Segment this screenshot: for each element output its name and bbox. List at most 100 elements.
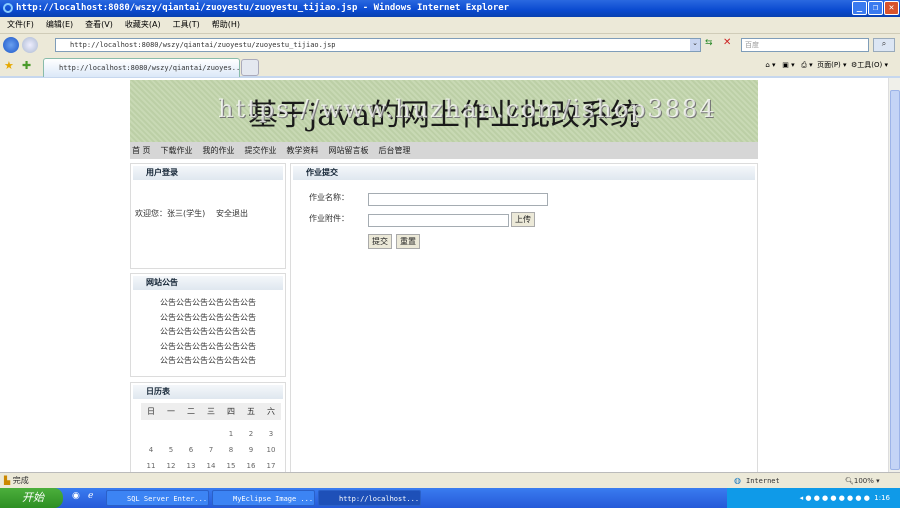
- calendar-panel: 日历表 日一二三四五六 123 4 5 6 7 8 9 10 11 12 13 14 15 16 17: [130, 382, 286, 472]
- status-text: 完成: [12, 476, 29, 485]
- notice-item[interactable]: 公告公告公告公告公告公告: [131, 354, 285, 369]
- page-icon: ▙: [4, 476, 11, 485]
- globe-icon: ◍: [734, 476, 741, 485]
- notice-item[interactable]: 公告公告公告公告公告公告: [131, 340, 285, 355]
- menu-help[interactable]: 帮助(H): [212, 20, 240, 29]
- task-myeclipse[interactable]: MyEclipse Image ...: [212, 490, 315, 506]
- add-favorites-icon[interactable]: ✚: [22, 59, 31, 72]
- attachment-input[interactable]: [368, 214, 509, 227]
- zoom-level: 100%: [853, 477, 874, 485]
- home-icon[interactable]: ⌂ ▾: [765, 61, 775, 69]
- nav-guestbook[interactable]: 网站留言板: [329, 146, 369, 155]
- day: 2: [248, 430, 254, 438]
- menu-view[interactable]: 查看(V): [85, 20, 113, 29]
- address-toolbar: http://localhost:8080/wszy/qiantai/zuoye…: [0, 33, 900, 55]
- forward-button[interactable]: [22, 37, 38, 53]
- file-label: 作业附件：: [309, 214, 349, 223]
- day: [201, 426, 221, 442]
- address-input[interactable]: http://localhost:8080/wszy/qiantai/zuoye…: [55, 38, 701, 52]
- page-menu[interactable]: 页面(P): [817, 61, 841, 69]
- day: 4: [148, 446, 154, 454]
- quicklaunch-desktop-icon[interactable]: ◉: [72, 491, 80, 501]
- notice-item[interactable]: 公告公告公告公告公告公告: [131, 311, 285, 326]
- submit-button[interactable]: 提交: [368, 234, 392, 249]
- search-icon[interactable]: ⌕: [873, 38, 895, 52]
- task-label: http://localhost...: [339, 495, 420, 503]
- task-label: SQL Server Enter...: [127, 495, 208, 503]
- weekday: 一: [161, 403, 181, 420]
- window-title: http://localhost:8080/wszy/qiantai/zuoye…: [16, 3, 510, 13]
- start-label: 开始: [22, 491, 44, 504]
- nav-admin[interactable]: 后台管理: [379, 146, 411, 155]
- zone-text: Internet: [746, 477, 780, 485]
- start-button[interactable]: 开始: [0, 488, 63, 508]
- login-panel: 用户登录 欢迎您：张三(学生) 安全退出: [130, 163, 286, 269]
- restore-button[interactable]: ❐: [868, 1, 883, 15]
- menu-bar: 文件(F) 编辑(E) 查看(V) 收藏夹(A) 工具(T) 帮助(H): [0, 17, 900, 33]
- notice-item[interactable]: 公告公告公告公告公告公告: [131, 296, 285, 311]
- tab-label: http://localhost:8080/wszy/qiantai/zuoye…: [59, 64, 245, 72]
- refresh-icon[interactable]: ⇆: [705, 38, 713, 48]
- day: 17: [266, 462, 276, 470]
- feeds-icon[interactable]: ▣ ▾: [782, 61, 794, 69]
- stop-icon[interactable]: ✕: [723, 37, 731, 48]
- menu-favorites[interactable]: 收藏夹(A): [125, 20, 161, 29]
- quicklaunch-ie-icon[interactable]: ℯ: [88, 491, 93, 501]
- nav-materials[interactable]: 教学资料: [287, 146, 319, 155]
- clock: 1:16: [874, 494, 890, 502]
- homework-name-input[interactable]: [368, 193, 548, 206]
- weekday: 五: [241, 403, 261, 420]
- notice-item[interactable]: 公告公告公告公告公告公告: [131, 325, 285, 340]
- upload-button[interactable]: 上传: [511, 212, 535, 227]
- back-button[interactable]: [3, 37, 19, 53]
- day: 1: [228, 430, 234, 438]
- nav-home[interactable]: 首 页: [132, 146, 151, 155]
- day: 3: [268, 430, 274, 438]
- print-icon[interactable]: ⎙ ▾: [801, 61, 812, 69]
- day: 7: [208, 446, 214, 454]
- notice-panel: 网站公告 公告公告公告公告公告公告 公告公告公告公告公告公告 公告公告公告公告公…: [130, 273, 286, 377]
- system-tray: ◂ ● ● ● ● ● ● ● ● 1:16: [727, 488, 900, 508]
- nav-download[interactable]: 下载作业: [161, 146, 193, 155]
- site-nav: 首 页 下载作业 我的作业 提交作业 教学资料 网站留言板 后台管理: [130, 142, 758, 159]
- watermark: https://www.huzhan.com/ishop3884: [218, 95, 717, 123]
- panel-heading: 作业提交: [293, 166, 755, 180]
- menu-edit[interactable]: 编辑(E): [46, 20, 73, 29]
- reset-button[interactable]: 重置: [396, 234, 420, 249]
- day: 5: [168, 446, 174, 454]
- day: 16: [246, 462, 256, 470]
- task-sql-server[interactable]: SQL Server Enter...: [106, 490, 209, 506]
- day: [161, 426, 181, 442]
- page-content: 基于java的网上作业批改系统 https://www.huzhan.com/i…: [0, 78, 888, 472]
- day: 6: [188, 446, 194, 454]
- scrollbar-thumb[interactable]: [890, 90, 900, 470]
- logout-link[interactable]: 安全退出: [216, 208, 248, 219]
- weekday: 三: [201, 403, 221, 420]
- close-button[interactable]: ✕: [884, 1, 899, 15]
- panel-heading: 日历表: [133, 385, 283, 399]
- day: 8: [228, 446, 234, 454]
- favorites-star-icon[interactable]: ★: [4, 59, 14, 72]
- minimize-button[interactable]: _: [852, 1, 867, 15]
- vertical-scrollbar[interactable]: [888, 78, 900, 472]
- tab-bar: ★ ✚ http://localhost:8080/wszy/qiantai/z…: [0, 55, 900, 78]
- weekday: 二: [181, 403, 201, 420]
- menu-file[interactable]: 文件(F): [7, 20, 34, 29]
- task-ie[interactable]: http://localhost...: [318, 490, 421, 506]
- address-dropdown-icon[interactable]: ⌄: [690, 39, 700, 51]
- nav-submit[interactable]: 提交作业: [245, 146, 277, 155]
- zoom-control[interactable]: 🔍︎100% ▾: [845, 473, 880, 489]
- nav-my-homework[interactable]: 我的作业: [203, 146, 235, 155]
- day: 11: [146, 462, 156, 470]
- search-input[interactable]: 百度: [741, 38, 869, 52]
- name-label: 作业名称：: [309, 193, 349, 202]
- calendar-table: 日一二三四五六 123 4 5 6 7 8 9 10 11 12 13 14 15 16 17: [141, 403, 281, 472]
- tools-menu[interactable]: 工具(O): [857, 61, 882, 69]
- tray-icons[interactable]: ◂ ● ● ● ● ● ● ● ●: [800, 494, 875, 502]
- tab-current[interactable]: http://localhost:8080/wszy/qiantai/zuoye…: [43, 58, 244, 77]
- menu-tools[interactable]: 工具(T): [173, 20, 200, 29]
- site-banner: 基于java的网上作业批改系统 https://www.huzhan.com/i…: [130, 80, 758, 142]
- day: 14: [206, 462, 216, 470]
- status-bar: ▙ 完成 ◍ Internet 🔍︎100% ▾: [0, 472, 900, 488]
- new-tab-button[interactable]: [241, 59, 259, 76]
